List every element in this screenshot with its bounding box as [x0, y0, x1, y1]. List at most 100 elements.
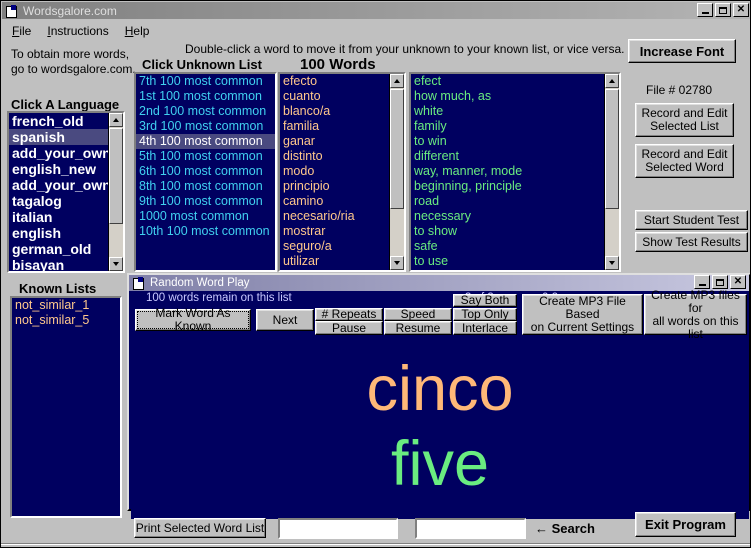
- list-item-language[interactable]: english: [9, 225, 123, 241]
- list-item-source-word[interactable]: modo: [280, 164, 388, 179]
- list-item-source-word[interactable]: utilizar: [280, 254, 388, 269]
- target-words-scrollbar[interactable]: [604, 74, 619, 270]
- scrollbar-thumb[interactable]: [390, 89, 404, 209]
- list-item-target-word[interactable]: to show: [411, 224, 603, 239]
- scroll-down-arrow-icon[interactable]: [605, 256, 619, 270]
- list-item-target-word[interactable]: way, manner, mode: [411, 164, 603, 179]
- list-item-language[interactable]: bisayan: [9, 257, 123, 271]
- scroll-up-arrow-icon[interactable]: [109, 113, 123, 127]
- list-item-source-word[interactable]: cuanto: [280, 89, 388, 104]
- repeats-button[interactable]: # Repeats: [315, 308, 383, 321]
- list-item-unknown-list[interactable]: 10th 100 most common: [136, 224, 275, 239]
- scrollbar-thumb[interactable]: [109, 128, 123, 224]
- list-item-source-word[interactable]: seguro/a: [280, 239, 388, 254]
- list-item-language[interactable]: french_old: [9, 113, 123, 129]
- subwindow-minimize-button[interactable]: [694, 275, 710, 289]
- exit-program-button[interactable]: Exit Program: [635, 512, 736, 537]
- minimize-button[interactable]: [697, 3, 713, 17]
- list-item-source-word[interactable]: ofrecer: [280, 269, 388, 270]
- increase-font-button[interactable]: Increase Font: [628, 39, 736, 63]
- list-item-target-word[interactable]: to offer: [411, 269, 603, 270]
- unknown-lists-listbox[interactable]: 7th 100 most common1st 100 most common2n…: [134, 72, 277, 272]
- list-item-language[interactable]: add_your_own1: [9, 145, 123, 161]
- interlace-button[interactable]: Interlace: [453, 321, 517, 335]
- next-button[interactable]: Next: [256, 309, 314, 331]
- list-item-unknown-list[interactable]: 8th 100 most common: [136, 179, 275, 194]
- list-item-source-word[interactable]: mostrar: [280, 224, 388, 239]
- list-item-language[interactable]: italian: [9, 209, 123, 225]
- list-item-target-word[interactable]: family: [411, 119, 603, 134]
- search-input-1[interactable]: [278, 518, 398, 539]
- list-item-source-word[interactable]: efecto: [280, 74, 388, 89]
- list-item-unknown-list[interactable]: 1000 most common: [136, 209, 275, 224]
- resume-button[interactable]: Resume: [384, 321, 452, 335]
- displayed-target-word: five: [131, 429, 749, 499]
- scroll-up-arrow-icon[interactable]: [605, 74, 619, 88]
- list-item-unknown-list[interactable]: 4th 100 most common: [136, 134, 275, 149]
- list-item-source-word[interactable]: necesario/ria: [280, 209, 388, 224]
- list-item-unknown-list[interactable]: 2nd 100 most common: [136, 104, 275, 119]
- list-item-language[interactable]: german_old: [9, 241, 123, 257]
- subwindow-maximize-button[interactable]: [712, 275, 728, 289]
- list-item-target-word[interactable]: road: [411, 194, 603, 209]
- scrollbar-thumb[interactable]: [605, 89, 619, 209]
- search-input-2[interactable]: [415, 518, 526, 539]
- list-item-unknown-list[interactable]: 5th 100 most common: [136, 149, 275, 164]
- record-edit-list-button[interactable]: Record and Edit Selected List: [635, 103, 734, 137]
- maximize-button[interactable]: [715, 3, 731, 17]
- source-words-listbox[interactable]: efectocuantoblanco/afamiliaganardistinto…: [278, 72, 406, 272]
- list-item-target-word[interactable]: to win: [411, 134, 603, 149]
- record-edit-word-button[interactable]: Record and Edit Selected Word: [635, 144, 734, 178]
- list-item-source-word[interactable]: distinto: [280, 149, 388, 164]
- known-lists-listbox[interactable]: not_similar_1not_similar_5: [10, 296, 122, 518]
- scroll-down-arrow-icon[interactable]: [390, 256, 404, 270]
- list-item-source-word[interactable]: camino: [280, 194, 388, 209]
- mark-word-as-known-button[interactable]: Mark Word As Known: [135, 309, 251, 331]
- say-both-button[interactable]: Say Both: [453, 294, 517, 307]
- pause-button[interactable]: Pause: [315, 321, 383, 335]
- list-item-unknown-list[interactable]: 9th 100 most common: [136, 194, 275, 209]
- application-window: Wordsgalore.com ✕ FFileile Instructions …: [0, 0, 751, 548]
- list-item-language[interactable]: english_new: [9, 161, 123, 177]
- source-words-scrollbar[interactable]: [389, 74, 404, 270]
- list-item-target-word[interactable]: to use: [411, 254, 603, 269]
- print-selected-word-list-button[interactable]: Print Selected Word List: [134, 518, 266, 538]
- target-words-listbox[interactable]: efecthow much, aswhitefamilyto windiffer…: [409, 72, 621, 272]
- menu-item-instructions[interactable]: Instructions: [39, 23, 116, 39]
- scroll-up-arrow-icon[interactable]: [390, 74, 404, 88]
- list-item-target-word[interactable]: efect: [411, 74, 603, 89]
- list-item-unknown-list[interactable]: 6th 100 most common: [136, 164, 275, 179]
- create-mp3-current-button[interactable]: Create MP3 File Based on Current Setting…: [522, 294, 643, 335]
- list-item-target-word[interactable]: white: [411, 104, 603, 119]
- list-item-unknown-list[interactable]: 1st 100 most common: [136, 89, 275, 104]
- scroll-down-arrow-icon[interactable]: [109, 257, 123, 271]
- list-item-known-list[interactable]: not_similar_1: [12, 298, 120, 313]
- list-item-target-word[interactable]: safe: [411, 239, 603, 254]
- show-test-results-button[interactable]: Show Test Results: [635, 232, 748, 252]
- list-item-target-word[interactable]: different: [411, 149, 603, 164]
- list-item-target-word[interactable]: beginning, principle: [411, 179, 603, 194]
- list-item-source-word[interactable]: ganar: [280, 134, 388, 149]
- list-item-language[interactable]: add_your_own2: [9, 177, 123, 193]
- list-item-language[interactable]: spanish: [9, 129, 123, 145]
- speed-button[interactable]: Speed: [384, 308, 452, 321]
- menu-item-file[interactable]: FFileile: [4, 23, 39, 39]
- subwindow-close-button[interactable]: ✕: [730, 275, 746, 289]
- list-item-language[interactable]: tagalog: [9, 193, 123, 209]
- list-item-target-word[interactable]: necessary: [411, 209, 603, 224]
- language-scrollbar[interactable]: [108, 113, 123, 271]
- list-item-source-word[interactable]: blanco/a: [280, 104, 388, 119]
- create-mp3-all-button[interactable]: Create MP3 files for all words on this l…: [644, 294, 747, 335]
- language-listbox[interactable]: french_oldspanishadd_your_own1english_ne…: [7, 111, 125, 273]
- list-item-source-word[interactable]: principio: [280, 179, 388, 194]
- top-only-button[interactable]: Top Only: [453, 308, 517, 321]
- list-item-unknown-list[interactable]: 7th 100 most common: [136, 74, 275, 89]
- list-item-target-word[interactable]: how much, as: [411, 89, 603, 104]
- close-button[interactable]: ✕: [733, 3, 749, 17]
- list-item-unknown-list[interactable]: 3rd 100 most common: [136, 119, 275, 134]
- start-student-test-button[interactable]: Start Student Test: [635, 210, 748, 230]
- list-item-source-word[interactable]: familia: [280, 119, 388, 134]
- menu-item-help[interactable]: Help: [117, 23, 158, 39]
- list-item-known-list[interactable]: not_similar_5: [12, 313, 120, 328]
- source-word-items: efectocuantoblanco/afamiliaganardistinto…: [280, 74, 388, 270]
